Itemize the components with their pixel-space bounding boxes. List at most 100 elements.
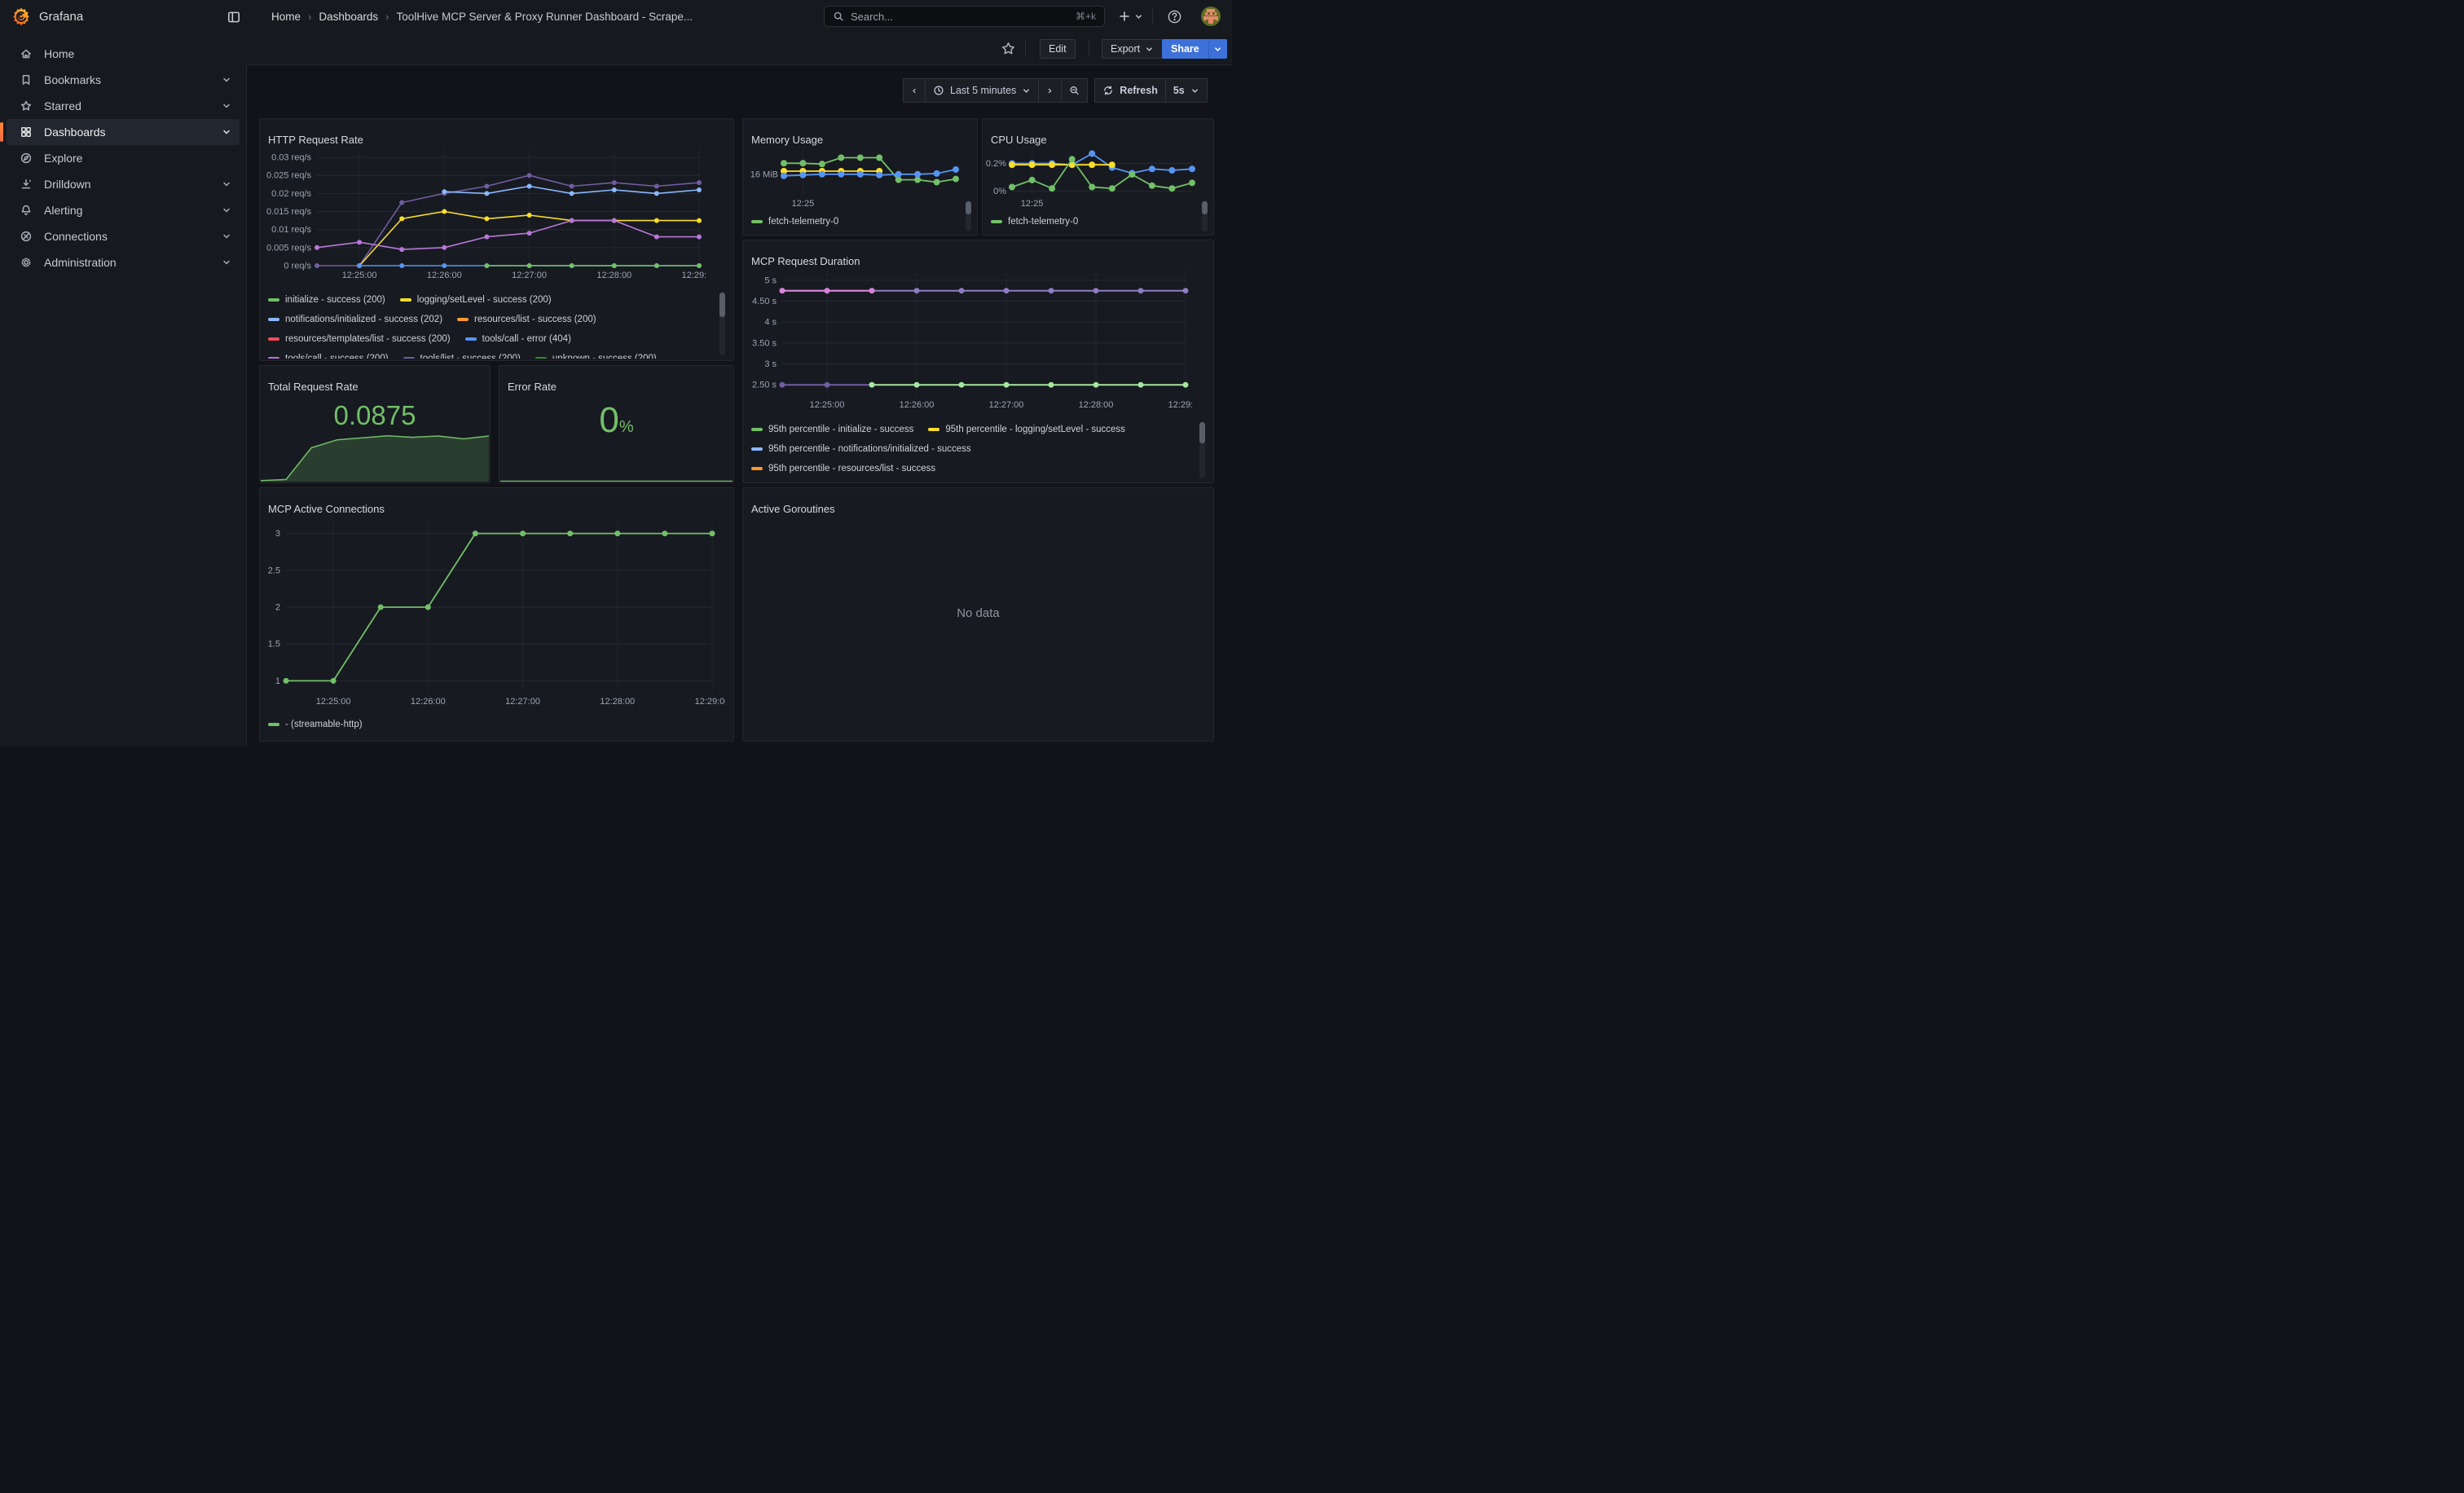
legend-scrollbar[interactable] bbox=[966, 200, 971, 231]
legend-item[interactable]: tools/list - success (200) bbox=[403, 354, 521, 359]
sidebar-item-alerting[interactable]: Alerting bbox=[7, 197, 240, 223]
sidebar-item-bookmarks[interactable]: Bookmarks bbox=[7, 67, 240, 93]
legend-swatch bbox=[268, 318, 279, 321]
chevron-down-icon[interactable] bbox=[222, 75, 231, 85]
svg-text:0.025 req/s: 0.025 req/s bbox=[266, 171, 312, 181]
legend-item[interactable]: - (streamable-http) bbox=[268, 720, 363, 729]
legend-item[interactable]: 95th percentile - notifications/initiali… bbox=[751, 444, 971, 454]
time-back-button[interactable] bbox=[903, 78, 926, 103]
clock-icon bbox=[933, 85, 944, 96]
sidebar-item-explore[interactable]: Explore bbox=[7, 145, 240, 171]
panel-active-goroutines: Active Goroutines No data bbox=[742, 487, 1214, 742]
legend-scrollbar[interactable] bbox=[719, 292, 725, 355]
svg-text:12:27:00: 12:27:00 bbox=[505, 697, 540, 707]
chevron-down-icon[interactable] bbox=[222, 127, 231, 137]
legend-item[interactable]: tools/call - success (200) bbox=[268, 354, 389, 359]
legend-item[interactable]: fetch-telemetry-0 bbox=[751, 217, 838, 227]
search-placeholder: Search... bbox=[851, 11, 1069, 23]
mcp-active-connections-chart[interactable]: 12:25:0012:26:0012:27:0012:28:0012:29:00… bbox=[262, 517, 725, 713]
share-options-chevron[interactable] bbox=[1208, 39, 1227, 59]
legend-item[interactable]: resources/list - success (200) bbox=[457, 315, 596, 324]
legend-item[interactable]: unknown - success (200) bbox=[535, 354, 657, 359]
zoom-out-button[interactable] bbox=[1062, 78, 1088, 103]
sidebar-item-drilldown[interactable]: Drilldown bbox=[7, 171, 240, 197]
legend-swatch bbox=[751, 447, 763, 451]
panel-mcp-request-duration: MCP Request Duration 12:25:0012:26:0012:… bbox=[742, 240, 1214, 483]
legend-scrollbar[interactable] bbox=[1202, 200, 1208, 231]
legend-item[interactable]: initialize - success (200) bbox=[268, 295, 385, 305]
sidebar-item-home[interactable]: Home bbox=[7, 41, 240, 67]
svg-text:2: 2 bbox=[275, 603, 280, 613]
svg-text:16 MiB: 16 MiB bbox=[750, 170, 778, 179]
chevron-down-icon[interactable] bbox=[222, 101, 231, 111]
chevron-down-icon bbox=[1145, 45, 1154, 54]
gear-icon bbox=[20, 256, 33, 269]
legend-item[interactable]: 95th percentile - initialize - success bbox=[751, 425, 913, 434]
time-range-picker[interactable]: Last 5 minutes bbox=[926, 78, 1039, 103]
legend-swatch bbox=[268, 337, 279, 341]
legend-swatch bbox=[535, 357, 547, 359]
edit-button[interactable]: Edit bbox=[1040, 39, 1076, 59]
legend-swatch bbox=[268, 723, 279, 726]
chevron-down-icon[interactable] bbox=[222, 205, 231, 215]
panel-cpu-usage: CPU Usage 12:250.2%0% fetch-telemetry-0 bbox=[982, 118, 1214, 236]
divider bbox=[1152, 8, 1153, 24]
chevron-down-icon[interactable] bbox=[222, 179, 231, 189]
memory-usage-legend: fetch-telemetry-0 bbox=[751, 212, 947, 233]
chevron-down-icon[interactable] bbox=[222, 231, 231, 241]
legend-item[interactable]: 95th percentile - resources/list - succe… bbox=[751, 464, 935, 473]
sidebar: Home Bookmarks Starred Dashboards Explor… bbox=[0, 33, 247, 746]
svg-text:2.50 s: 2.50 s bbox=[752, 381, 777, 390]
http-request-rate-chart[interactable]: 12:25:0012:26:0012:27:0012:28:0012:29:00… bbox=[262, 143, 706, 284]
http-request-rate-legend: initialize - success (200) logging/setLev… bbox=[268, 290, 706, 359]
favorite-star-icon[interactable] bbox=[1001, 41, 1016, 56]
refresh-interval-select[interactable]: 5s bbox=[1166, 78, 1208, 103]
breadcrumb-dashboards[interactable]: Dashboards bbox=[319, 11, 378, 23]
sidebar-item-dashboards[interactable]: Dashboards bbox=[7, 119, 240, 145]
legend-label: fetch-telemetry-0 bbox=[1008, 217, 1078, 227]
legend-item[interactable]: tools/call - error (404) bbox=[465, 334, 571, 344]
search-input[interactable]: Search... ⌘+k bbox=[824, 6, 1105, 27]
panel-title[interactable]: Total Request Rate bbox=[268, 381, 359, 393]
share-button[interactable]: Share bbox=[1162, 39, 1208, 59]
legend-item[interactable]: notifications/initialized - success (202… bbox=[268, 315, 442, 324]
time-forward-button[interactable] bbox=[1039, 78, 1062, 103]
mcp-request-duration-chart[interactable]: 12:25:0012:26:0012:27:0012:28:0012:29:00… bbox=[745, 263, 1192, 415]
grafana-home-link[interactable]: Grafana bbox=[11, 7, 83, 26]
svg-text:12:27:00: 12:27:00 bbox=[989, 400, 1024, 410]
legend-item[interactable]: resources/templates/list - success (200) bbox=[268, 334, 451, 344]
panel-title[interactable]: MCP Active Connections bbox=[268, 503, 385, 515]
sidebar-item-connections[interactable]: Connections bbox=[7, 223, 240, 249]
export-button[interactable]: Export bbox=[1102, 39, 1163, 59]
help-button[interactable] bbox=[1167, 0, 1182, 33]
legend-item[interactable]: logging/setLevel - success (200) bbox=[400, 295, 552, 305]
sidebar-item-starred[interactable]: Starred bbox=[7, 93, 240, 119]
refresh-button[interactable]: Refresh bbox=[1094, 78, 1166, 103]
chevron-down-icon[interactable] bbox=[222, 258, 231, 267]
panel-mcp-active-connections: MCP Active Connections 12:25:0012:26:001… bbox=[259, 487, 734, 742]
legend-item[interactable]: fetch-telemetry-0 bbox=[991, 217, 1078, 227]
dock-menu-icon[interactable] bbox=[225, 8, 243, 26]
sidebar-item-administration[interactable]: Administration bbox=[7, 249, 240, 275]
breadcrumb-home[interactable]: Home bbox=[271, 11, 301, 23]
legend-item[interactable]: 95th percentile - logging/setLevel - suc… bbox=[928, 425, 1125, 434]
cpu-usage-chart[interactable]: 12:250.2%0% bbox=[984, 140, 1197, 209]
plug-icon bbox=[20, 230, 33, 243]
compass-icon bbox=[20, 152, 33, 165]
svg-text:0.03 req/s: 0.03 req/s bbox=[271, 153, 311, 163]
time-controls: Last 5 minutes Refresh 5s bbox=[903, 78, 1208, 103]
legend-scrollbar[interactable] bbox=[1199, 421, 1205, 478]
legend-label: logging/setLevel - success (200) bbox=[417, 295, 552, 305]
svg-text:12:26:00: 12:26:00 bbox=[900, 400, 935, 410]
panel-title[interactable]: Active Goroutines bbox=[751, 503, 835, 515]
chevron-down-icon bbox=[1022, 86, 1031, 95]
user-avatar[interactable] bbox=[1201, 7, 1221, 26]
add-button[interactable] bbox=[1118, 0, 1143, 33]
legend-label: 95th percentile - notifications/initiali… bbox=[768, 444, 971, 454]
top-nav: Grafana Home › Dashboards › ToolHive MCP… bbox=[0, 0, 1232, 33]
error-rate-sparkline bbox=[500, 473, 733, 482]
divider bbox=[1025, 40, 1026, 57]
memory-usage-chart[interactable]: 12:2516 MiB bbox=[745, 140, 961, 209]
legend-swatch bbox=[465, 337, 477, 341]
panel-title[interactable]: Error Rate bbox=[508, 381, 557, 393]
